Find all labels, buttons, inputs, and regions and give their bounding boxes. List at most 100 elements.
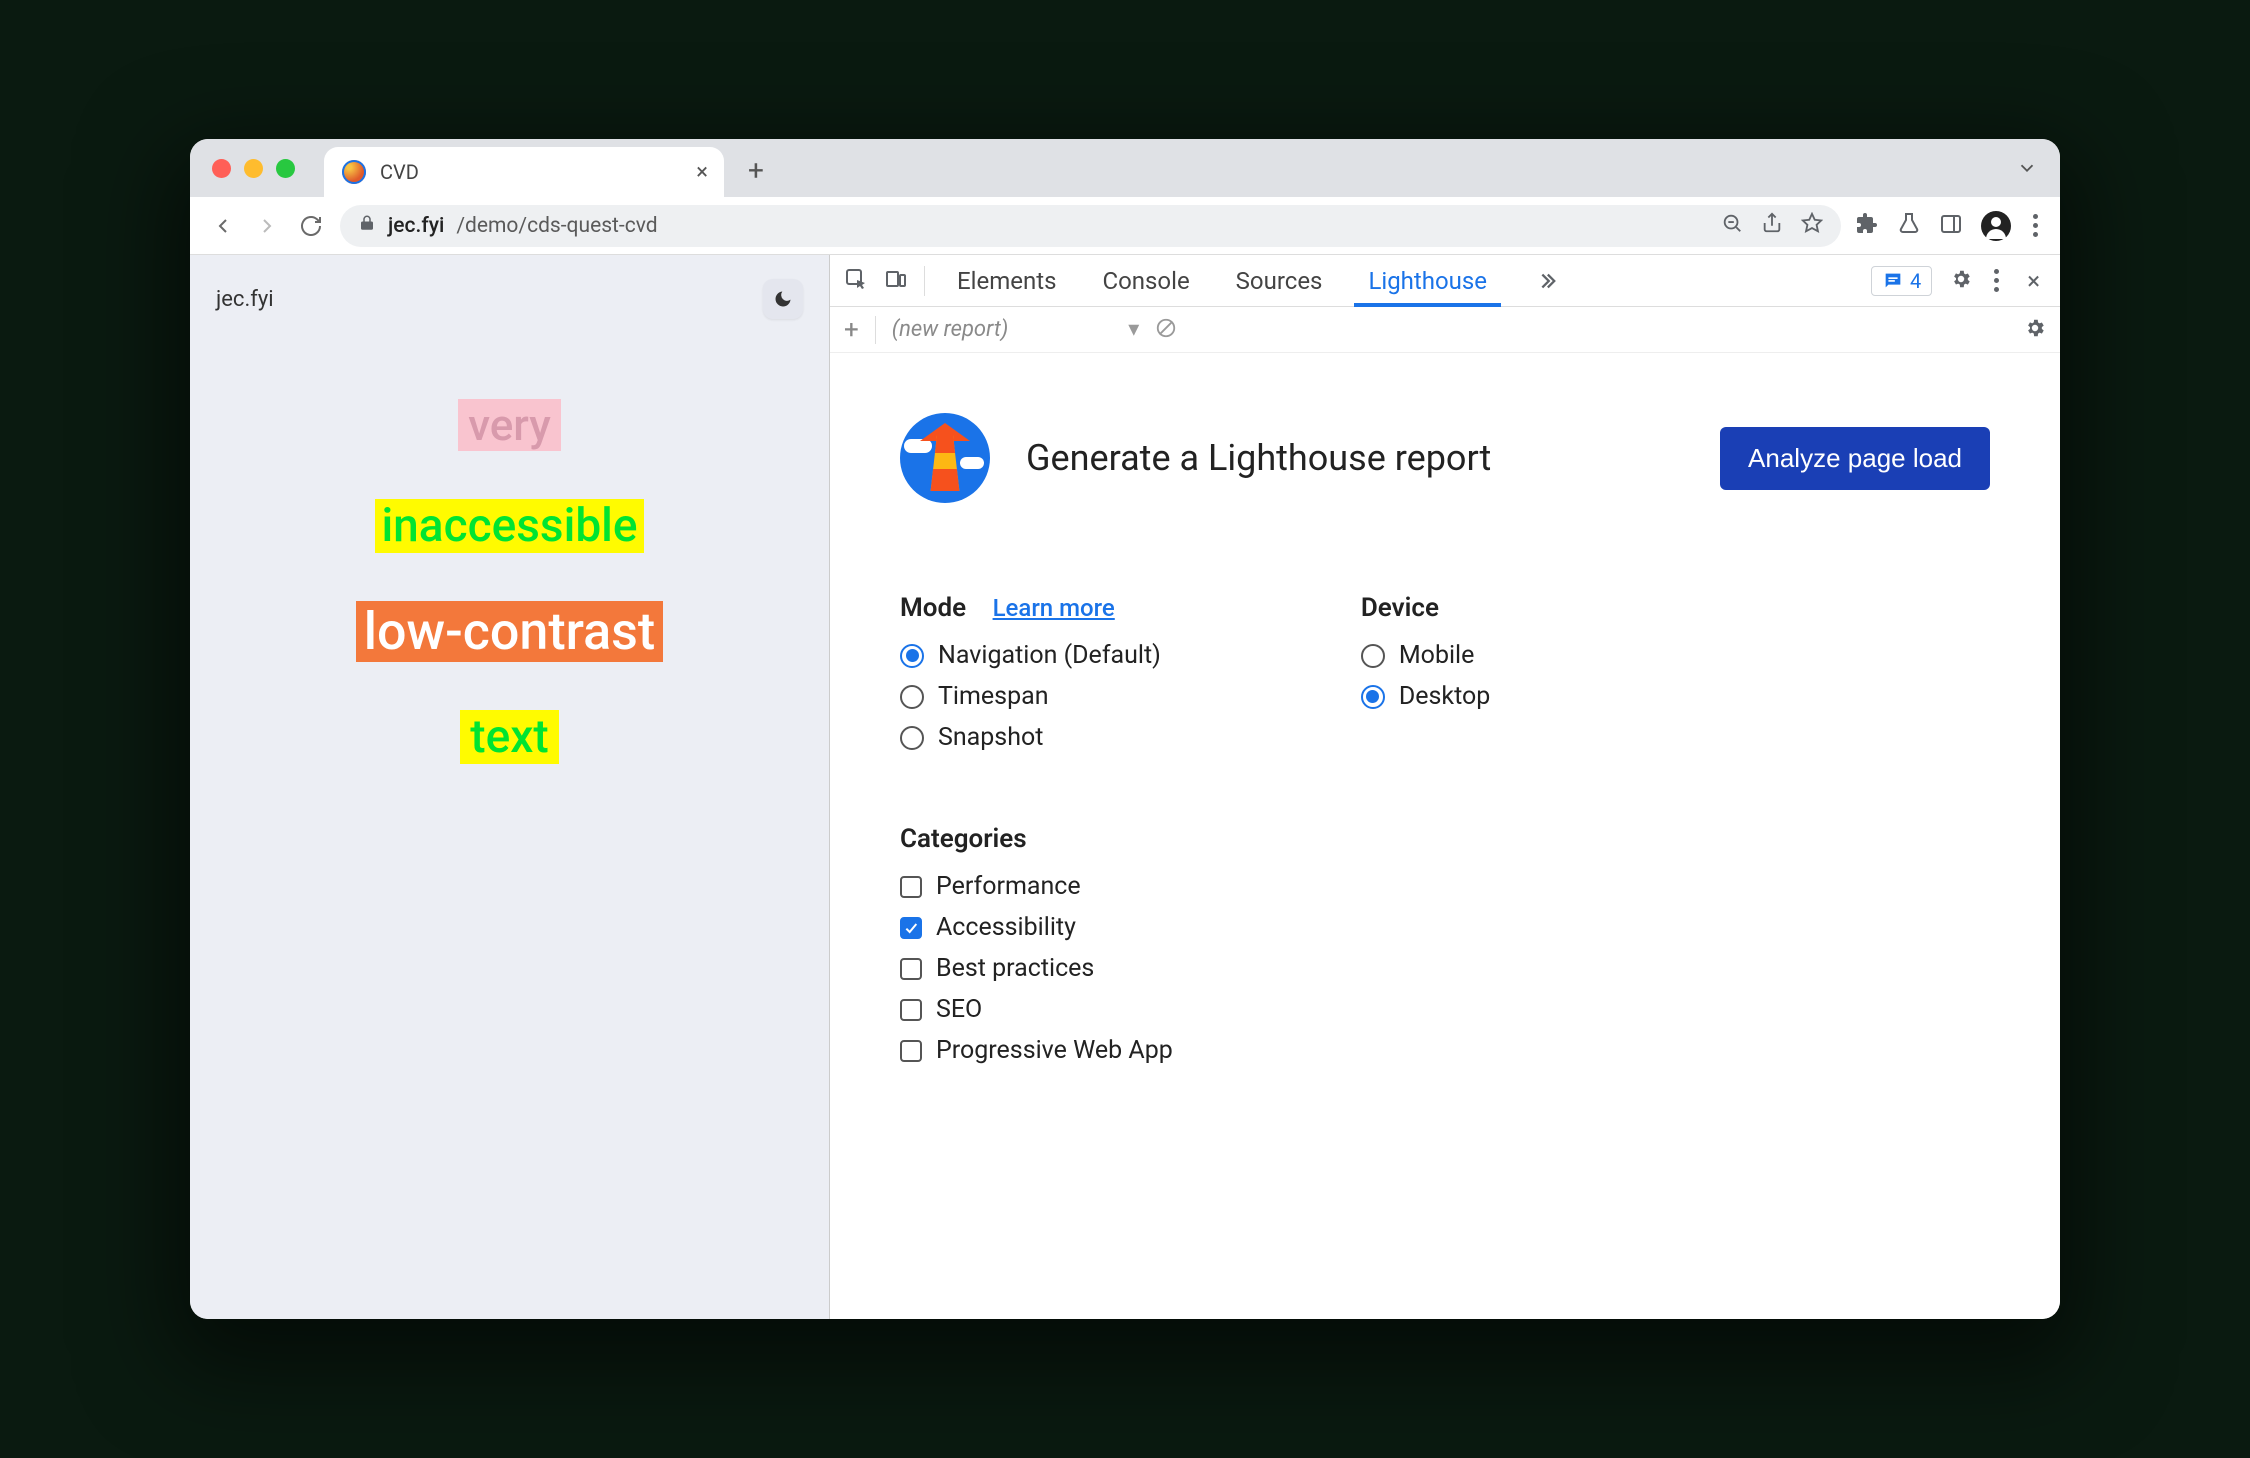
omnibox-actions [1721,212,1823,240]
checkbox-icon [900,999,922,1021]
devtools-tabbar: Elements Console Sources Lighthouse 4 × [830,255,2060,307]
device-toolbar-icon[interactable] [884,267,908,295]
checkbox-icon [900,876,922,898]
mode-section: Mode Learn more Navigation (Default) Tim… [900,593,1161,764]
lighthouse-body: Generate a Lighthouse report Analyze pag… [830,353,2060,1137]
new-tab-button[interactable]: + [748,154,764,197]
share-icon[interactable] [1761,212,1783,240]
tab-elements[interactable]: Elements [949,255,1064,306]
favicon-icon [342,160,366,184]
mode-option-navigation[interactable]: Navigation (Default) [900,641,1161,670]
omnibox[interactable]: jec.fyi/demo/cds-quest-cvd [340,205,1841,247]
device-heading: Device [1361,593,1439,623]
mode-option-snapshot[interactable]: Snapshot [900,723,1161,752]
titlebar: CVD × + [190,139,2060,197]
radio-label: Mobile [1399,641,1475,670]
browser-window: CVD × + jec.fyi/demo/cds-quest-cvd [190,139,2060,1319]
category-best-practices[interactable]: Best practices [900,954,1990,983]
radio-label: Desktop [1399,682,1490,711]
profile-avatar[interactable] [1981,211,2011,241]
browser-tab[interactable]: CVD × [324,147,724,197]
checkbox-label: Best practices [936,954,1094,983]
tab-console[interactable]: Console [1094,255,1197,306]
maximize-window-button[interactable] [276,159,295,178]
more-tabs-button[interactable] [1525,255,1567,306]
moon-icon [773,289,793,309]
categories-heading: Categories [900,824,1027,854]
checkbox-label: Progressive Web App [936,1036,1173,1065]
sample-word-3: low-contrast [356,601,664,662]
clear-button[interactable] [1155,317,1177,343]
url-path: /demo/cds-quest-cvd [456,214,657,238]
inspect-element-icon[interactable] [844,267,868,295]
sample-text: very inaccessible low-contrast text [190,399,829,764]
report-selector-label: (new report) [892,317,1009,342]
browser-menu-button[interactable] [2029,210,2042,241]
tab-lighthouse[interactable]: Lighthouse [1360,255,1495,306]
page-brand: jec.fyi [216,287,274,312]
close-window-button[interactable] [212,159,231,178]
sidepanel-icon[interactable] [1939,212,1963,240]
tab-close-button[interactable]: × [696,160,708,185]
radio-label: Navigation (Default) [938,641,1161,670]
category-accessibility[interactable]: Accessibility [900,913,1990,942]
lighthouse-logo-icon [900,413,990,503]
checkbox-label: Performance [936,872,1081,901]
learn-more-link[interactable]: Learn more [993,594,1115,622]
lock-icon [358,214,376,238]
device-option-mobile[interactable]: Mobile [1361,641,1490,670]
window-controls [212,159,295,178]
mode-option-timespan[interactable]: Timespan [900,682,1161,711]
browser-toolbar-right [1855,210,2042,241]
forward-button[interactable] [252,211,282,241]
radio-icon [1361,644,1385,668]
tabs-dropdown-button[interactable] [2016,157,2038,183]
reload-button[interactable] [296,211,326,241]
bookmark-icon[interactable] [1801,212,1823,240]
lighthouse-config: Mode Learn more Navigation (Default) Tim… [900,593,1990,764]
radio-icon [1361,685,1385,709]
category-pwa[interactable]: Progressive Web App [900,1036,1990,1065]
issues-counter[interactable]: 4 [1871,266,1932,296]
zoom-icon[interactable] [1721,212,1743,240]
labs-icon[interactable] [1897,212,1921,240]
tab-sources[interactable]: Sources [1228,255,1331,306]
url-bar: jec.fyi/demo/cds-quest-cvd [190,197,2060,255]
back-button[interactable] [208,211,238,241]
lighthouse-toolbar: + (new report) ▾ [830,307,2060,353]
sample-word-2: inaccessible [375,499,643,553]
minimize-window-button[interactable] [244,159,263,178]
lighthouse-title: Generate a Lighthouse report [1026,437,1684,479]
page-header: jec.fyi [190,255,829,329]
report-selector[interactable]: (new report) ▾ [892,317,1140,342]
sample-word-1: very [458,399,561,451]
mode-heading: Mode [900,593,966,623]
category-seo[interactable]: SEO [900,995,1990,1024]
tab-title: CVD [380,160,419,184]
analyze-page-load-button[interactable]: Analyze page load [1720,427,1990,490]
category-performance[interactable]: Performance [900,872,1990,901]
lighthouse-settings-icon[interactable] [2024,317,2046,343]
radio-icon [900,726,924,750]
url-host: jec.fyi [388,214,444,238]
checkbox-icon [900,917,922,939]
sample-word-4: text [460,710,558,764]
device-option-desktop[interactable]: Desktop [1361,682,1490,711]
devtools-panel: Elements Console Sources Lighthouse 4 × [830,255,2060,1319]
devtools-menu-button[interactable] [1990,265,2003,296]
device-section: Device Mobile Desktop [1361,593,1490,764]
new-report-button[interactable]: + [844,315,859,345]
checkbox-icon [900,1040,922,1062]
devtools-settings-icon[interactable] [1950,268,1972,294]
radio-icon [900,685,924,709]
radio-icon [900,644,924,668]
radio-label: Snapshot [938,723,1043,752]
theme-toggle-button[interactable] [763,279,803,319]
devtools-close-button[interactable]: × [2021,267,2046,295]
page-viewport: jec.fyi very inaccessible low-contrast t… [190,255,830,1319]
checkbox-label: Accessibility [936,913,1076,942]
caret-down-icon: ▾ [1128,317,1139,342]
radio-label: Timespan [938,682,1049,711]
categories-section: Categories Performance Accessibility Bes… [900,824,1990,1065]
extensions-icon[interactable] [1855,212,1879,240]
